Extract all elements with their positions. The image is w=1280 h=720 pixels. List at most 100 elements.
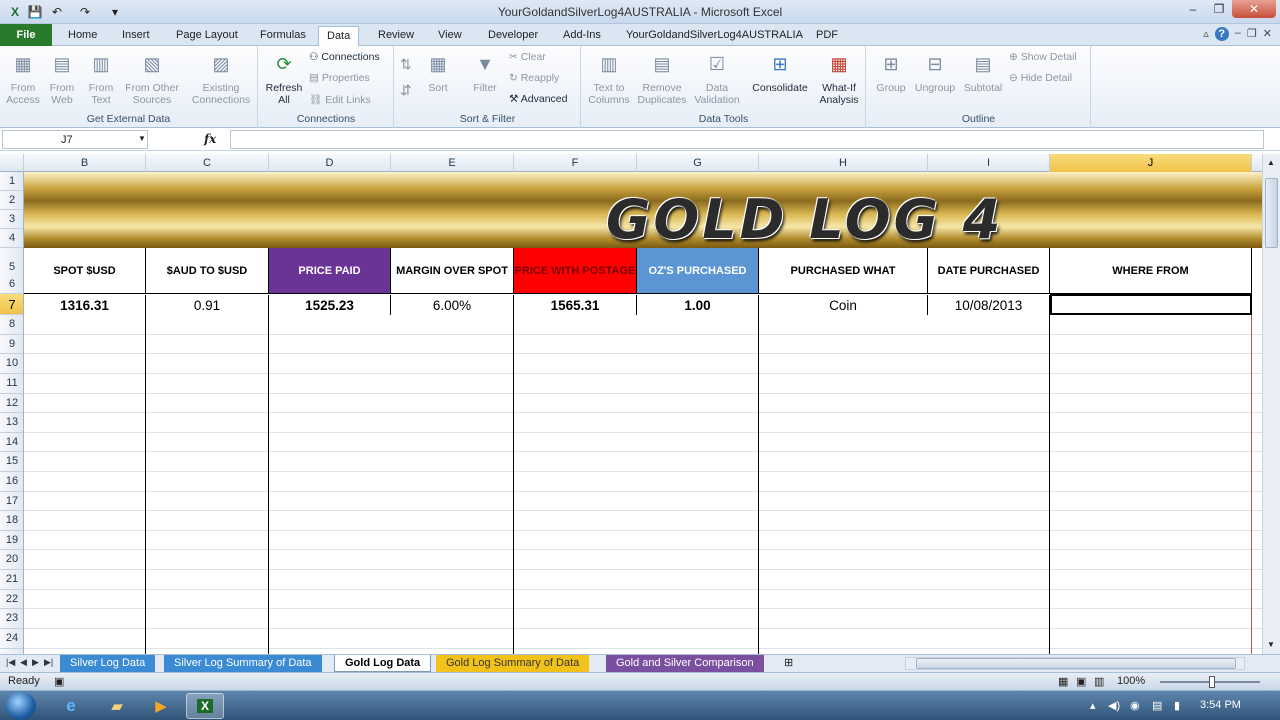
data-validation-button[interactable]: ☑ Data Validation bbox=[692, 50, 742, 106]
name-box[interactable]: J7 bbox=[2, 130, 148, 149]
zoom-slider-knob[interactable] bbox=[1209, 676, 1215, 688]
cell-i7[interactable]: 10/08/2013 bbox=[928, 295, 1050, 315]
tab-file[interactable]: File bbox=[0, 24, 52, 46]
from-other-sources-button[interactable]: ▧ From Other Sources bbox=[122, 50, 182, 106]
row-header[interactable]: 13 bbox=[0, 413, 23, 433]
tab-developer[interactable]: Developer bbox=[480, 26, 546, 46]
subtotal-button[interactable]: ▤ Subtotal bbox=[959, 50, 1007, 94]
sheet-tab-silver-log-summary[interactable]: Silver Log Summary of Data bbox=[164, 655, 322, 672]
header-price-with-postage[interactable]: PRICE WITH POSTAGE bbox=[514, 248, 637, 294]
normal-view-icon[interactable]: ▦ bbox=[1058, 675, 1068, 688]
row-header[interactable]: 8 bbox=[0, 315, 23, 335]
from-access-button[interactable]: ▦ From Access bbox=[4, 50, 42, 106]
row-header[interactable]: 1 bbox=[0, 172, 23, 191]
cell-h7[interactable]: Coin bbox=[759, 295, 928, 315]
volume-icon[interactable]: ◀) bbox=[1108, 699, 1120, 712]
row-header[interactable]: 3 bbox=[0, 210, 23, 229]
tab-insert[interactable]: Insert bbox=[114, 26, 158, 46]
column-header-d[interactable]: D bbox=[269, 154, 391, 172]
show-detail-button[interactable]: ⊕ Show Detail bbox=[1009, 51, 1077, 63]
row-header[interactable]: 19 bbox=[0, 531, 23, 550]
help-icon[interactable]: ? bbox=[1214, 27, 1229, 41]
column-header-b[interactable]: B bbox=[24, 154, 146, 172]
tab-add-ins[interactable]: Add-Ins bbox=[555, 26, 609, 46]
column-header-h[interactable]: H bbox=[759, 154, 928, 172]
refresh-all-button[interactable]: ⟳ Refresh All bbox=[263, 50, 305, 106]
name-box-dropdown-icon[interactable]: ▼ bbox=[138, 134, 146, 143]
ungroup-button[interactable]: ⊟ Ungroup bbox=[911, 50, 959, 94]
cell-e7[interactable]: 6.00% bbox=[391, 295, 514, 315]
row-header[interactable]: 12 bbox=[0, 394, 23, 413]
minimize-ribbon-icon[interactable]: ▵ bbox=[1203, 27, 1209, 41]
tab-page-layout[interactable]: Page Layout bbox=[168, 26, 246, 46]
what-if-analysis-button[interactable]: ▦ What-If Analysis bbox=[814, 50, 864, 106]
cell-f7[interactable]: 1565.31 bbox=[514, 295, 637, 315]
row-header[interactable]: 24 bbox=[0, 629, 23, 649]
row-header[interactable]: 6 bbox=[0, 276, 23, 294]
cell-g7[interactable]: 1.00 bbox=[637, 295, 759, 315]
page-break-view-icon[interactable]: ▥ bbox=[1094, 675, 1104, 688]
row-header[interactable]: 14 bbox=[0, 433, 23, 452]
sort-az-icon[interactable]: ⇅ bbox=[400, 56, 412, 73]
doc-minimize-icon[interactable]: – bbox=[1235, 27, 1241, 41]
doc-close-icon[interactable]: ✕ bbox=[1263, 27, 1272, 41]
header-price-paid[interactable]: PRICE PAID bbox=[269, 248, 391, 294]
consolidate-button[interactable]: ⊞ Consolidate bbox=[748, 50, 812, 94]
scroll-up-icon[interactable]: ▲ bbox=[1267, 158, 1275, 167]
close-button[interactable]: ✕ bbox=[1232, 0, 1276, 18]
existing-connections-button[interactable]: ▨ Existing Connections bbox=[188, 50, 254, 106]
edit-links-button[interactable]: ⛓ Edit Links bbox=[309, 93, 371, 106]
tray-network-icon[interactable]: ▤ bbox=[1152, 699, 1162, 712]
sheet-tab-silver-log-data[interactable]: Silver Log Data bbox=[60, 655, 156, 672]
row-header[interactable]: 20 bbox=[0, 550, 23, 570]
zoom-level[interactable]: 100% bbox=[1117, 675, 1145, 687]
tab-review[interactable]: Review bbox=[370, 26, 422, 46]
header-purchased-what[interactable]: PURCHASED WHAT bbox=[759, 248, 928, 294]
header-spot-usd[interactable]: SPOT $USD bbox=[24, 248, 146, 294]
row-header[interactable]: 7 bbox=[0, 294, 23, 315]
next-sheet-icon[interactable]: ▶ bbox=[32, 657, 39, 668]
group-button[interactable]: ⊞ Group bbox=[871, 50, 911, 94]
tab-custom[interactable]: YourGoldandSilverLog4AUSTRALIA bbox=[618, 26, 811, 46]
header-margin-over-spot[interactable]: MARGIN OVER SPOT bbox=[391, 248, 514, 294]
row-header[interactable]: 23 bbox=[0, 609, 23, 629]
minimize-button[interactable]: – bbox=[1180, 0, 1206, 18]
connections-button[interactable]: ⚇ Connections bbox=[309, 51, 380, 63]
advanced-button[interactable]: ⚒ Advanced bbox=[509, 93, 567, 105]
header-where-from[interactable]: WHERE FROM bbox=[1050, 248, 1252, 294]
row-header[interactable]: 11 bbox=[0, 374, 23, 394]
from-text-button[interactable]: ▥ From Text bbox=[82, 50, 120, 106]
row-header[interactable]: 18 bbox=[0, 511, 23, 531]
from-web-button[interactable]: ▤ From Web bbox=[43, 50, 81, 106]
filter-button[interactable]: ▼ Filter bbox=[465, 50, 505, 94]
restore-button[interactable]: ❐ bbox=[1206, 0, 1232, 18]
internet-explorer-icon[interactable]: e bbox=[52, 693, 90, 719]
sheet-tab-gold-log-summary[interactable]: Gold Log Summary of Data bbox=[436, 655, 590, 672]
excel-taskbar-icon[interactable]: X bbox=[186, 693, 224, 719]
active-cell-selection[interactable] bbox=[1050, 294, 1252, 315]
properties-button[interactable]: ▤ Properties bbox=[309, 72, 370, 84]
sheet-tab-gold-silver-comparison[interactable]: Gold and Silver Comparison bbox=[606, 655, 764, 672]
clock[interactable]: 3:54 PM bbox=[1200, 699, 1241, 711]
column-header-c[interactable]: C bbox=[146, 154, 269, 172]
tab-data[interactable]: Data bbox=[318, 26, 360, 47]
start-button-icon[interactable] bbox=[6, 692, 36, 720]
row-header[interactable]: 5 bbox=[0, 248, 23, 276]
horizontal-scrollbar[interactable] bbox=[905, 657, 1245, 670]
horizontal-scroll-thumb[interactable] bbox=[916, 658, 1236, 669]
column-header-f[interactable]: F bbox=[514, 154, 637, 172]
header-date-purchased[interactable]: DATE PURCHASED bbox=[928, 248, 1050, 294]
signal-icon[interactable]: ▮ bbox=[1174, 699, 1180, 712]
vertical-scroll-thumb[interactable] bbox=[1265, 178, 1278, 248]
doc-restore-icon[interactable]: ❐ bbox=[1247, 27, 1257, 41]
column-header-e[interactable]: E bbox=[391, 154, 514, 172]
cell-d7[interactable]: 1525.23 bbox=[269, 295, 391, 315]
clear-button[interactable]: ✂ Clear bbox=[509, 51, 546, 63]
row-header[interactable]: 15 bbox=[0, 452, 23, 472]
header-ozs-purchased[interactable]: OZ'S PURCHASED bbox=[637, 248, 759, 294]
prev-sheet-icon[interactable]: ◀ bbox=[20, 657, 27, 668]
vertical-scrollbar[interactable]: ▲ ▼ bbox=[1262, 154, 1280, 654]
column-header-i[interactable]: I bbox=[928, 154, 1050, 172]
worksheet-grid[interactable]: GOLD LOG 4 SPOT $USD $AUD TO $USD PRICE … bbox=[24, 172, 1262, 654]
sort-za-icon[interactable]: ⇵ bbox=[400, 82, 412, 99]
